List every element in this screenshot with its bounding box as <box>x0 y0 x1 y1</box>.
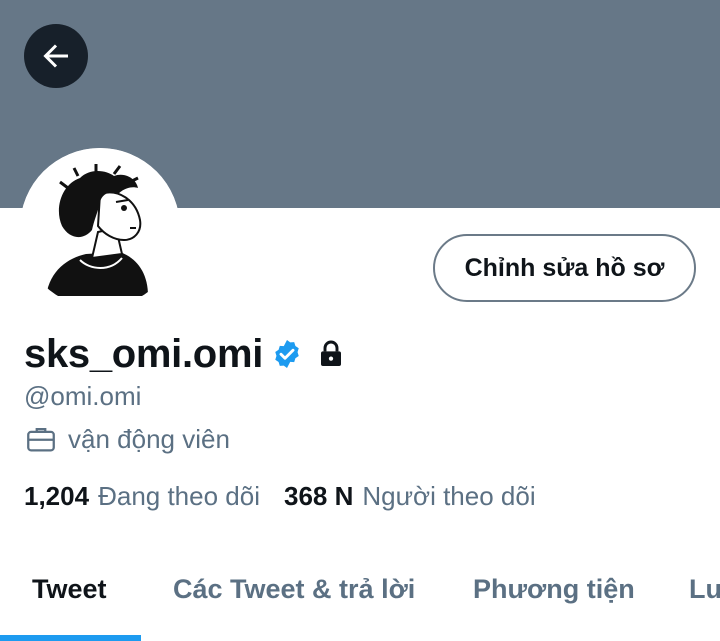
tab-tweets-and-replies[interactable]: Các Tweet & trả lời <box>173 560 415 641</box>
briefcase-icon <box>27 427 55 452</box>
display-name: sks_omi.omi <box>24 331 264 376</box>
avatar-drawing <box>20 148 180 308</box>
tab-tweet[interactable]: Tweet <box>32 560 107 641</box>
tab-media[interactable]: Phương tiện <box>473 560 635 641</box>
lock-icon <box>321 340 342 366</box>
edit-profile-button[interactable]: Chỉnh sửa hồ sơ <box>433 234 696 302</box>
following-link[interactable]: 1,204 Đang theo dõi <box>24 481 260 512</box>
following-label: Đang theo dõi <box>98 480 260 511</box>
back-button[interactable] <box>24 24 88 88</box>
following-count: 1,204 <box>24 480 90 511</box>
job-row: vận động viên <box>24 422 230 456</box>
job-label: vận động viên <box>68 423 230 454</box>
handle: @omi.omi <box>24 381 142 411</box>
tab-likes[interactable]: Lu <box>689 560 720 641</box>
followers-link[interactable]: 368 N Người theo dõi <box>284 481 536 512</box>
avatar[interactable] <box>20 148 180 308</box>
stats-row: 1,204 Đang theo dõi 368 N Người theo dõi <box>24 478 536 514</box>
profile-tabs: Tweet Các Tweet & trả lời Phương tiện Lu <box>0 560 720 641</box>
name-row: sks_omi.omi <box>24 328 347 380</box>
followers-label: Người theo dõi <box>362 480 536 511</box>
verified-badge-icon[interactable] <box>271 338 303 370</box>
active-tab-indicator <box>0 635 141 641</box>
arrow-left-icon <box>43 44 68 68</box>
followers-count: 368 N <box>283 480 354 511</box>
